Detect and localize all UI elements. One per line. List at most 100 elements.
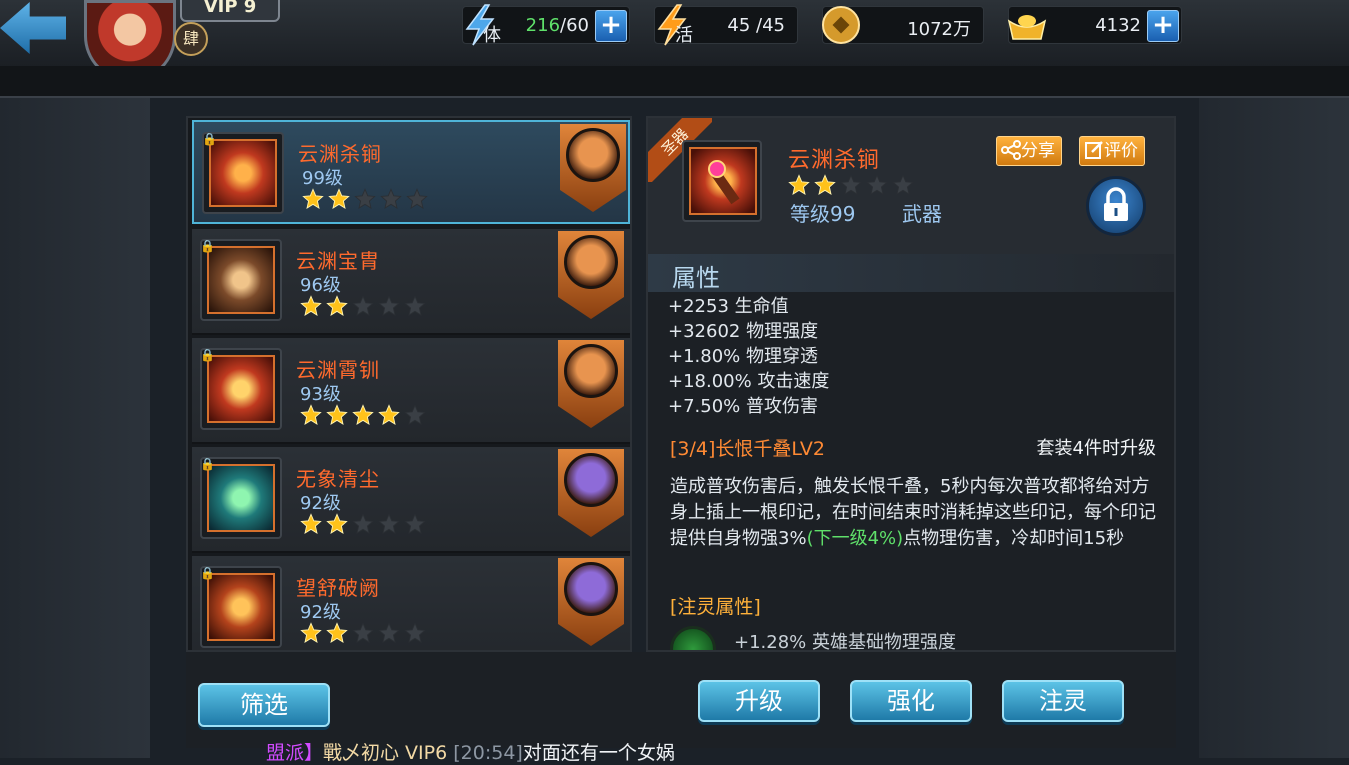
infuse-attribute: +1.28% 英雄基础物理强度	[734, 632, 956, 652]
star-empty-icon	[380, 188, 402, 209]
star-filled-icon	[352, 404, 374, 425]
item-name: 望舒破阙	[296, 576, 380, 600]
vitality-value: 45 /45	[727, 15, 785, 36]
equipment-list-item[interactable]: 🔒 望舒破阙 92级	[192, 556, 630, 650]
attribute-line: +32602 物理强度	[668, 321, 819, 342]
item-name: 云渊霄钏	[296, 358, 380, 382]
stamina-counter: 体 216/60 +	[462, 4, 630, 46]
detail-icon-frame	[682, 140, 762, 222]
top-resource-bar: VIP 9 肆 体 216/60 + 活 45 /45 1072万 4132 +	[0, 0, 1349, 82]
set-bonus-description: 造成普攻伤害后，触发长恨千叠，5秒内每次普攻都将给对方身上插上一根印记，在时间结…	[670, 474, 1162, 552]
attribute-header: 属性	[648, 254, 1174, 292]
equipment-list-item[interactable]: 🔒 云渊宝胄 96级	[192, 229, 630, 335]
filter-button[interactable]: 筛选	[198, 683, 330, 727]
star-empty-icon	[378, 622, 400, 643]
detail-header: 圣器 云渊杀锏 等级99 武器 分享 评价	[648, 118, 1174, 254]
left-rail	[0, 98, 150, 758]
item-level: 92级	[300, 602, 341, 623]
star-filled-icon	[302, 188, 324, 209]
coin-value: 1072万	[907, 19, 971, 40]
item-icon-frame: 🔒	[200, 566, 282, 648]
detail-level: 等级99	[790, 202, 856, 226]
equipment-list-item[interactable]: 🔒 云渊杀锏 99级	[192, 120, 630, 224]
infuse-button[interactable]: 注灵	[1002, 680, 1124, 722]
edit-icon	[1085, 141, 1103, 159]
gold-counter: 4132 +	[1007, 6, 1182, 44]
vitality-label: 活	[675, 25, 693, 46]
stamina-label: 体	[483, 25, 501, 46]
item-level: 96级	[300, 275, 341, 296]
detail-type: 武器	[902, 202, 942, 226]
share-button[interactable]: 分享	[996, 136, 1062, 166]
equipment-list-item[interactable]: 🔒 无象清尘 92级	[192, 447, 630, 553]
star-filled-icon	[326, 404, 348, 425]
coin-icon	[822, 6, 860, 44]
equipment-detail-panel: 圣器 云渊杀锏 等级99 武器 分享 评价 属性 +2253 生命值 +3260…	[646, 116, 1176, 652]
star-filled-icon	[300, 622, 322, 643]
star-empty-icon	[866, 174, 888, 195]
share-icon	[1001, 140, 1021, 160]
detail-item-name: 云渊杀锏	[788, 148, 881, 173]
add-stamina-button[interactable]: +	[595, 10, 627, 42]
equipment-icon	[207, 355, 275, 423]
star-empty-icon	[352, 513, 374, 534]
item-star-rating	[300, 622, 430, 646]
star-filled-icon	[814, 174, 836, 195]
item-icon-frame: 🔒	[200, 239, 282, 321]
set-desc-tail: 点物理伤害，冷却时间15秒	[903, 528, 1125, 549]
set-bonus-note: 套装4件时升级	[1036, 438, 1156, 459]
equipment-icon	[207, 464, 275, 532]
lock-button[interactable]	[1086, 176, 1146, 236]
review-button[interactable]: 评价	[1079, 136, 1145, 166]
share-label: 分享	[1021, 141, 1055, 161]
upgrade-button[interactable]: 升级	[698, 680, 820, 722]
equipment-icon	[209, 139, 277, 207]
review-label: 评价	[1104, 141, 1138, 161]
stamina-current: 216	[525, 15, 561, 36]
item-level: 93级	[300, 384, 341, 405]
attribute-line: +1.80% 物理穿透	[668, 346, 818, 367]
hero-portrait-icon	[564, 562, 618, 616]
gold-value: 4132	[1095, 15, 1141, 36]
hero-portrait-icon	[566, 128, 620, 182]
item-star-rating	[300, 404, 430, 428]
item-name: 云渊宝胄	[296, 249, 380, 273]
equipment-icon	[207, 573, 275, 641]
hero-portrait-icon	[564, 344, 618, 398]
equipment-icon	[207, 246, 275, 314]
header-divider	[0, 66, 1349, 98]
star-empty-icon	[378, 513, 400, 534]
chat-text: 对面还有一个女娲	[522, 742, 675, 764]
small-lock-icon: 🔒	[200, 457, 215, 471]
item-name: 云渊杀锏	[298, 142, 382, 166]
add-gold-button[interactable]: +	[1147, 10, 1179, 42]
coin-counter: 1072万	[822, 6, 984, 44]
star-filled-icon	[300, 513, 322, 534]
equipment-list[interactable]: 🔒 云渊杀锏 99级 🔒 云渊宝胄 96级 🔒 云渊霄钏 93级 🔒 无象清尘 92级 🔒 望舒破阙 92级	[186, 116, 632, 652]
item-level: 99级	[302, 168, 343, 189]
equipment-list-item[interactable]: 🔒 云渊霄钏 93级	[192, 338, 630, 444]
attribute-title: 属性	[672, 264, 720, 292]
star-filled-icon	[788, 174, 810, 195]
star-empty-icon	[352, 622, 374, 643]
item-name: 无象清尘	[296, 467, 380, 491]
detail-star-rating	[788, 174, 918, 200]
item-star-rating	[300, 295, 430, 319]
attribute-line: +18.00% 攻击速度	[668, 371, 830, 392]
enhance-button[interactable]: 强化	[850, 680, 972, 722]
attribute-line: +7.50% 普攻伤害	[668, 396, 818, 417]
vip-badge: VIP 9	[180, 0, 280, 22]
small-lock-icon: 🔒	[200, 566, 215, 580]
item-star-rating	[302, 188, 432, 212]
stamina-value: 216/60	[526, 15, 589, 36]
item-level: 92级	[300, 493, 341, 514]
star-empty-icon	[404, 295, 426, 316]
chat-message[interactable]: 盟派】戰乄初心 VIP6 [20:54]对面还有一个女娲	[266, 738, 675, 764]
right-rail	[1199, 98, 1349, 758]
infuse-icon	[670, 626, 716, 650]
star-filled-icon	[326, 513, 348, 534]
star-filled-icon	[326, 295, 348, 316]
item-icon-frame: 🔒	[200, 457, 282, 539]
back-arrow-icon[interactable]	[0, 2, 66, 54]
star-empty-icon	[404, 622, 426, 643]
